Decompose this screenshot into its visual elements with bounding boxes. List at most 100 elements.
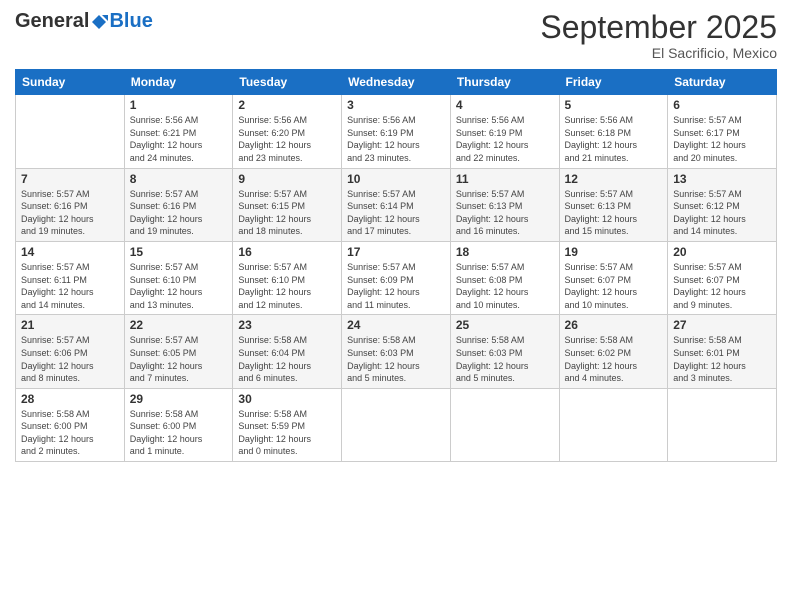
day-number: 19	[565, 245, 663, 259]
calendar-day-cell: 2Sunrise: 5:56 AM Sunset: 6:20 PM Daylig…	[233, 95, 342, 168]
calendar-day-cell: 18Sunrise: 5:57 AM Sunset: 6:08 PM Dayli…	[450, 241, 559, 314]
calendar-day-header: Wednesday	[342, 70, 451, 95]
day-number: 4	[456, 98, 554, 112]
day-info: Sunrise: 5:58 AM Sunset: 6:00 PM Dayligh…	[130, 408, 228, 458]
calendar-day-cell: 17 Sunrise: 5:57 AM Sunset: 6:09 PM Dayli…	[342, 241, 451, 314]
calendar-day-header: Friday	[559, 70, 668, 95]
calendar-day-cell: 28Sunrise: 5:58 AM Sunset: 6:00 PM Dayli…	[16, 388, 125, 461]
calendar: SundayMondayTuesdayWednesdayThursdayFrid…	[15, 69, 777, 462]
day-info: Sunrise: 5:57 AM Sunset: 6:09 PM Dayligh…	[347, 261, 445, 311]
day-info: Sunrise: 5:57 AM Sunset: 6:17 PM Dayligh…	[673, 114, 771, 164]
day-info: Sunrise: 5:57 AM Sunset: 6:13 PM Dayligh…	[565, 188, 663, 238]
calendar-day-header: Saturday	[668, 70, 777, 95]
day-number: 15	[130, 245, 228, 259]
day-number: 14	[21, 245, 119, 259]
calendar-week-row: 14 Sunrise: 5:57 AM Sunset: 6:11 PM Dayli…	[16, 241, 777, 314]
calendar-day-header: Sunday	[16, 70, 125, 95]
calendar-day-cell: 8 Sunrise: 5:57 AM Sunset: 6:16 PM Daylig…	[124, 168, 233, 241]
calendar-day-cell: 23 Sunrise: 5:58 AM Sunset: 6:04 PM Dayli…	[233, 315, 342, 388]
logo-general-text: General	[15, 10, 89, 33]
day-number: 13	[673, 172, 771, 186]
day-number: 24	[347, 318, 445, 332]
calendar-header-row: SundayMondayTuesdayWednesdayThursdayFrid…	[16, 70, 777, 95]
calendar-day-cell: 3 Sunrise: 5:56 AM Sunset: 6:19 PM Daylig…	[342, 95, 451, 168]
calendar-day-cell	[342, 388, 451, 461]
day-info: Sunrise: 5:56 AM Sunset: 6:20 PM Dayligh…	[238, 114, 336, 164]
day-info: Sunrise: 5:57 AM Sunset: 6:14 PM Dayligh…	[347, 188, 445, 238]
day-number: 21	[21, 318, 119, 332]
calendar-day-cell: 13 Sunrise: 5:57 AM Sunset: 6:12 PM Dayli…	[668, 168, 777, 241]
calendar-day-cell: 19 Sunrise: 5:57 AM Sunset: 6:07 PM Dayli…	[559, 241, 668, 314]
calendar-day-cell: 15 Sunrise: 5:57 AM Sunset: 6:10 PM Dayli…	[124, 241, 233, 314]
calendar-day-cell: 16 Sunrise: 5:57 AM Sunset: 6:10 PM Dayli…	[233, 241, 342, 314]
day-number: 25	[456, 318, 554, 332]
calendar-day-cell	[668, 388, 777, 461]
day-info: Sunrise: 5:57 AM Sunset: 6:12 PM Dayligh…	[673, 188, 771, 238]
title-block: September 2025 El Sacrificio, Mexico	[540, 10, 777, 61]
calendar-day-cell: 27 Sunrise: 5:58 AM Sunset: 6:01 PM Dayli…	[668, 315, 777, 388]
day-number: 26	[565, 318, 663, 332]
day-number: 22	[130, 318, 228, 332]
calendar-day-cell: 7 Sunrise: 5:57 AM Sunset: 6:16 PM Daylig…	[16, 168, 125, 241]
header: General Blue September 2025 El Sacrifici…	[15, 10, 777, 61]
day-info: Sunrise: 5:58 AM Sunset: 5:59 PM Dayligh…	[238, 408, 336, 458]
day-number: 3	[347, 98, 445, 112]
day-info: Sunrise: 5:56 AM Sunset: 6:21 PM Dayligh…	[130, 114, 228, 164]
calendar-day-cell: 12Sunrise: 5:57 AM Sunset: 6:13 PM Dayli…	[559, 168, 668, 241]
calendar-day-cell	[559, 388, 668, 461]
day-info: Sunrise: 5:56 AM Sunset: 6:18 PM Dayligh…	[565, 114, 663, 164]
day-number: 16	[238, 245, 336, 259]
day-number: 27	[673, 318, 771, 332]
day-number: 9	[238, 172, 336, 186]
day-number: 1	[130, 98, 228, 112]
calendar-week-row: 28 Sunrise: 5:58 AM Sunset: 6:00 PM Dayli…	[16, 388, 777, 461]
day-info: Sunrise: 5:58 AM Sunset: 6:04 PM Dayligh…	[238, 334, 336, 384]
day-info: Sunrise: 5:57 AM Sunset: 6:07 PM Dayligh…	[565, 261, 663, 311]
logo-icon	[90, 13, 108, 31]
day-number: 29	[130, 392, 228, 406]
day-number: 23	[238, 318, 336, 332]
calendar-day-cell: 30 Sunrise: 5:58 AM Sunset: 5:59 PM Dayli…	[233, 388, 342, 461]
day-number: 7	[21, 172, 119, 186]
day-number: 18	[456, 245, 554, 259]
calendar-day-cell: 9Sunrise: 5:57 AM Sunset: 6:15 PM Daylig…	[233, 168, 342, 241]
day-info: Sunrise: 5:57 AM Sunset: 6:06 PM Dayligh…	[21, 334, 119, 384]
calendar-day-cell: 10Sunrise: 5:57 AM Sunset: 6:14 PM Dayli…	[342, 168, 451, 241]
day-info: Sunrise: 5:57 AM Sunset: 6:07 PM Dayligh…	[673, 261, 771, 311]
day-info: Sunrise: 5:57 AM Sunset: 6:10 PM Dayligh…	[130, 261, 228, 311]
day-info: Sunrise: 5:57 AM Sunset: 6:16 PM Dayligh…	[130, 188, 228, 238]
day-info: Sunrise: 5:57 AM Sunset: 6:13 PM Dayligh…	[456, 188, 554, 238]
day-info: Sunrise: 5:57 AM Sunset: 6:16 PM Dayligh…	[21, 188, 119, 238]
day-number: 5	[565, 98, 663, 112]
calendar-day-cell: 6Sunrise: 5:57 AM Sunset: 6:17 PM Daylig…	[668, 95, 777, 168]
day-number: 28	[21, 392, 119, 406]
calendar-day-cell: 20 Sunrise: 5:57 AM Sunset: 6:07 PM Dayli…	[668, 241, 777, 314]
day-info: Sunrise: 5:58 AM Sunset: 6:02 PM Dayligh…	[565, 334, 663, 384]
calendar-day-header: Thursday	[450, 70, 559, 95]
day-number: 17	[347, 245, 445, 259]
calendar-day-cell: 22 Sunrise: 5:57 AM Sunset: 6:05 PM Dayli…	[124, 315, 233, 388]
day-info: Sunrise: 5:58 AM Sunset: 6:01 PM Dayligh…	[673, 334, 771, 384]
day-info: Sunrise: 5:56 AM Sunset: 6:19 PM Dayligh…	[347, 114, 445, 164]
day-info: Sunrise: 5:57 AM Sunset: 6:10 PM Dayligh…	[238, 261, 336, 311]
day-info: Sunrise: 5:56 AM Sunset: 6:19 PM Dayligh…	[456, 114, 554, 164]
calendar-week-row: 21 Sunrise: 5:57 AM Sunset: 6:06 PM Dayli…	[16, 315, 777, 388]
calendar-day-cell: 29 Sunrise: 5:58 AM Sunset: 6:00 PM Dayli…	[124, 388, 233, 461]
day-info: Sunrise: 5:57 AM Sunset: 6:11 PM Dayligh…	[21, 261, 119, 311]
day-info: Sunrise: 5:57 AM Sunset: 6:05 PM Dayligh…	[130, 334, 228, 384]
calendar-day-header: Tuesday	[233, 70, 342, 95]
day-info: Sunrise: 5:58 AM Sunset: 6:03 PM Dayligh…	[347, 334, 445, 384]
calendar-week-row: 1 Sunrise: 5:56 AM Sunset: 6:21 PM Daylig…	[16, 95, 777, 168]
day-number: 8	[130, 172, 228, 186]
day-number: 30	[238, 392, 336, 406]
day-number: 20	[673, 245, 771, 259]
calendar-week-row: 7 Sunrise: 5:57 AM Sunset: 6:16 PM Daylig…	[16, 168, 777, 241]
calendar-day-cell: 26 Sunrise: 5:58 AM Sunset: 6:02 PM Dayli…	[559, 315, 668, 388]
calendar-day-cell	[450, 388, 559, 461]
day-info: Sunrise: 5:58 AM Sunset: 6:03 PM Dayligh…	[456, 334, 554, 384]
day-number: 11	[456, 172, 554, 186]
location: El Sacrificio, Mexico	[540, 45, 777, 61]
calendar-day-cell: 4 Sunrise: 5:56 AM Sunset: 6:19 PM Daylig…	[450, 95, 559, 168]
calendar-day-header: Monday	[124, 70, 233, 95]
logo-blue-text: Blue	[109, 10, 152, 33]
